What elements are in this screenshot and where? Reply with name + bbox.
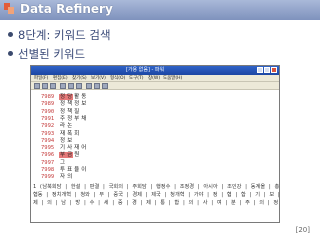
bullet-list: 8단계: 키워드 검색 선별된 키워드 [8, 25, 111, 63]
line-number: 7993 [41, 130, 55, 137]
result-list-row: 제 | 의 | 남 | 방 | 수 | 세 | 중 | 경 | 제 | 통 | … [33, 200, 279, 206]
keyword-row: 7989 정 책 정 보 [41, 101, 87, 108]
keyword-char: 회 [74, 130, 80, 137]
keyword-char: 주 [60, 115, 66, 122]
line-number: 7989 [41, 101, 55, 108]
new-file-icon[interactable] [34, 83, 40, 89]
line-number: 7989 [41, 94, 55, 100]
keyword-char: 자 [60, 174, 66, 181]
keyword-row: 7989 정 당 활 동 [41, 94, 87, 101]
line-number: 7992 [41, 123, 55, 130]
bullet-text: 선별된 키워드 [18, 46, 86, 61]
keyword-char: 투 [60, 167, 66, 173]
keyword-row: 7992 라 논 [41, 123, 73, 130]
keyword-char: 의 [67, 174, 73, 181]
keyword-row: 7999 자 의 [41, 174, 73, 181]
menu-item-help[interactable]: 도움말(H) [163, 75, 182, 81]
slide-title-bar: Data Refinery [0, 0, 320, 20]
keyword-char: 채 [81, 115, 87, 122]
line-number: 7998 [41, 167, 55, 173]
keyword-char: 어 [81, 145, 87, 152]
keyword-char: 부 [59, 152, 67, 159]
window-title-bar: [가용 없음] - 파워 [31, 66, 279, 75]
toolbar [31, 82, 279, 90]
menu-item-file[interactable]: 파일(F) [34, 75, 48, 81]
keyword-row: 7996 부 금 원 [41, 152, 80, 159]
line-number: 7999 [41, 174, 55, 181]
copy-icon[interactable] [68, 83, 74, 89]
page-number: [20] [295, 226, 310, 234]
line-number: 7996 [41, 152, 55, 159]
keyword-char: 기 [60, 145, 66, 152]
keyword-char: 이 [81, 167, 87, 173]
keyword-row: 7997 그 [41, 160, 66, 167]
line-number: 7994 [41, 137, 55, 144]
bullet-text: 8단계: 키워드 검색 [18, 27, 111, 42]
keyword-char: 그 [60, 159, 66, 166]
menu-item-view[interactable]: 보기(V) [91, 75, 106, 81]
save-icon[interactable] [50, 83, 56, 89]
paste-icon[interactable] [76, 83, 82, 89]
bullet-dot-icon [8, 51, 13, 56]
line-number: 7995 [41, 145, 55, 152]
search-icon[interactable] [86, 83, 92, 89]
close-icon[interactable] [271, 67, 277, 73]
keyword-char: 질 [74, 108, 80, 115]
redo-icon[interactable] [102, 83, 108, 89]
menu-item-window[interactable]: 창(W) [148, 75, 160, 81]
keyword-char: 보 [81, 101, 87, 108]
menu-item-format[interactable]: 형식(O) [110, 75, 125, 81]
keyword-char: 재 [60, 130, 66, 137]
keyword-char: 동 [81, 94, 87, 100]
keyword-row: 7991 주 정 부 채 [41, 116, 87, 123]
keyword-char: 정 [59, 94, 67, 100]
editor-content[interactable]: 7989 정 당 활 동 7989 정 책 정 보 7990 정 책 질 7991 주 정 부 채 7992 라 논 799… [31, 92, 279, 222]
keyword-char: 보 [67, 137, 73, 144]
keyword-row: 7994 정 보 [41, 138, 73, 145]
keyword-row: 7990 정 책 질 [41, 109, 80, 116]
keyword-row: 7998 투 표 율 이 [41, 167, 87, 174]
cut-icon[interactable] [60, 83, 66, 89]
line-number: 7990 [41, 108, 55, 115]
keyword-char: 정 [60, 108, 66, 115]
title-square-icon [4, 3, 14, 14]
menu-item-find[interactable]: 찾기(S) [72, 75, 87, 81]
bullet-item: 8단계: 키워드 검색 [8, 25, 111, 44]
keyword-char: 정 [60, 101, 66, 108]
keyword-row: 7993 재 폭 회 [41, 131, 80, 138]
menu-bar: 파일(F) 편집(E) 찾기(S) 보기(V) 형식(O) 도구(T) 창(W)… [31, 75, 279, 82]
keyword-char: 원 [74, 152, 80, 159]
keyword-char: 라 [60, 123, 66, 130]
line-number: 7997 [41, 159, 55, 166]
bullet-dot-icon [8, 32, 13, 37]
minimize-icon[interactable] [257, 67, 263, 73]
keyword-char: 논 [67, 123, 73, 130]
open-file-icon[interactable] [42, 83, 48, 89]
bullet-item: 선별된 키워드 [8, 44, 111, 63]
menu-item-tools[interactable]: 도구(T) [129, 75, 144, 81]
menu-item-edit[interactable]: 편집(E) [53, 75, 68, 81]
maximize-icon[interactable] [264, 67, 270, 73]
editor-window: [가용 없음] - 파워 파일(F) 편집(E) 찾기(S) 보기(V) 형식(… [30, 65, 280, 223]
keyword-char: 정 [60, 137, 66, 144]
line-number: 7991 [41, 115, 55, 122]
undo-icon[interactable] [94, 83, 100, 89]
window-title: [가용 없음] - 파워 [126, 67, 165, 73]
slide-title: Data Refinery [20, 2, 113, 16]
result-list-row: 협동 | 정치개혁 | 청와 | 부 | 중국 | 경제 | 제국 | 청개혁 … [33, 192, 279, 198]
result-list-row: 1 (남북회담 | 한설 | 판결 | 국회의 | 주회담 | 행정수 | 조정… [33, 184, 280, 190]
